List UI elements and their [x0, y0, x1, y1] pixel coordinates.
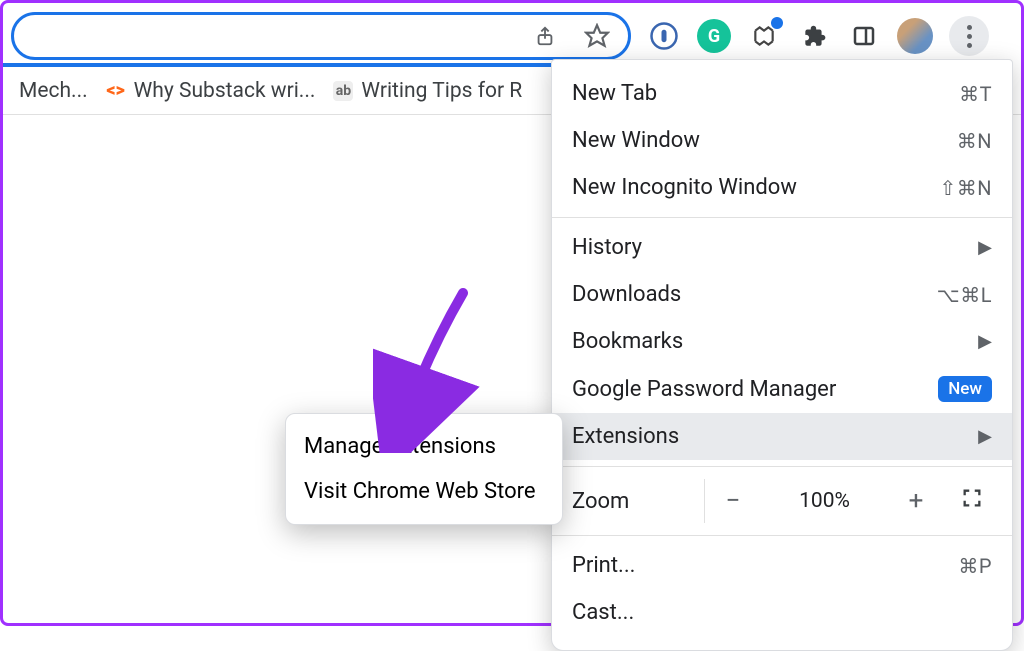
menu-separator	[552, 217, 1012, 218]
menu-bookmarks[interactable]: Bookmarks ▶	[552, 318, 1012, 365]
bookmark-item[interactable]: Mech...	[13, 75, 94, 107]
zoom-out-button[interactable]: −	[705, 486, 761, 516]
sidepanel-icon[interactable]	[847, 19, 881, 53]
substack-icon: <>	[106, 81, 126, 101]
kebab-menu-icon[interactable]	[949, 16, 989, 56]
menu-zoom: Zoom − 100% +	[552, 473, 1012, 529]
notification-badge	[771, 17, 783, 29]
menu-history[interactable]: History ▶	[552, 224, 1012, 271]
new-badge: New	[938, 376, 992, 402]
menu-shortcut: ⌘T	[959, 82, 992, 106]
menu-label: Print...	[572, 553, 635, 578]
menu-new-window[interactable]: New Window ⌘N	[552, 117, 1012, 164]
chevron-right-icon: ▶	[978, 331, 992, 352]
extensions-tray: G	[639, 16, 989, 56]
bookmark-item[interactable]: ab Writing Tips for R	[327, 75, 528, 107]
bookmark-item[interactable]: <> Why Substack wri...	[100, 75, 322, 107]
chevron-right-icon: ▶	[978, 426, 992, 447]
extension-grammarly-icon[interactable]: G	[697, 19, 731, 53]
menu-shortcut: ⇧⌘N	[939, 176, 992, 200]
menu-extensions[interactable]: Extensions ▶	[552, 413, 1012, 460]
menu-label: Bookmarks	[572, 329, 683, 354]
menu-label: History	[572, 235, 642, 260]
submenu-label: Visit Chrome Web Store	[304, 479, 536, 504]
menu-label: Downloads	[572, 282, 681, 307]
extensions-puzzle-icon[interactable]	[797, 19, 831, 53]
share-icon[interactable]	[528, 19, 562, 53]
menu-label: New Tab	[572, 81, 657, 106]
menu-shortcut: ⌘P	[958, 554, 992, 578]
menu-incognito[interactable]: New Incognito Window ⇧⌘N	[552, 164, 1012, 211]
menu-password-manager[interactable]: Google Password Manager New	[552, 365, 1012, 413]
menu-label: Extensions	[572, 424, 679, 449]
menu-label: Cast...	[572, 600, 634, 625]
menu-downloads[interactable]: Downloads ⌥⌘L	[552, 271, 1012, 318]
submenu-visit-webstore[interactable]: Visit Chrome Web Store	[286, 469, 562, 514]
extension-1password-icon[interactable]	[647, 19, 681, 53]
profile-avatar[interactable]	[897, 18, 933, 54]
bookmark-label: Writing Tips for R	[361, 79, 522, 103]
bookmark-label: Mech...	[19, 79, 88, 103]
submenu-label: Manage Extensions	[304, 434, 496, 459]
menu-separator	[552, 535, 1012, 536]
extension-loom-icon[interactable]	[747, 19, 781, 53]
fullscreen-icon[interactable]	[944, 487, 1000, 515]
menu-new-tab[interactable]: New Tab ⌘T	[552, 70, 1012, 117]
star-icon[interactable]	[580, 19, 614, 53]
zoom-value: 100%	[761, 489, 888, 513]
menu-label: New Window	[572, 128, 700, 153]
menu-label: New Incognito Window	[572, 175, 797, 200]
browser-toolbar: G	[3, 3, 1021, 63]
extensions-submenu: Manage Extensions Visit Chrome Web Store	[285, 413, 563, 525]
menu-cast[interactable]: Cast...	[552, 589, 1012, 636]
menu-print[interactable]: Print... ⌘P	[552, 542, 1012, 589]
menu-shortcut: ⌥⌘L	[937, 283, 992, 307]
menu-shortcut: ⌘N	[957, 129, 992, 153]
ab-favicon: ab	[333, 81, 353, 101]
bookmark-label: Why Substack wri...	[134, 79, 316, 103]
submenu-manage-extensions[interactable]: Manage Extensions	[286, 424, 562, 469]
address-bar[interactable]	[11, 12, 631, 60]
chevron-right-icon: ▶	[978, 237, 992, 258]
menu-label: Google Password Manager	[572, 377, 836, 402]
chrome-main-menu: New Tab ⌘T New Window ⌘N New Incognito W…	[551, 59, 1013, 651]
menu-separator	[552, 466, 1012, 467]
zoom-label: Zoom	[572, 489, 704, 514]
zoom-in-button[interactable]: +	[888, 486, 944, 516]
